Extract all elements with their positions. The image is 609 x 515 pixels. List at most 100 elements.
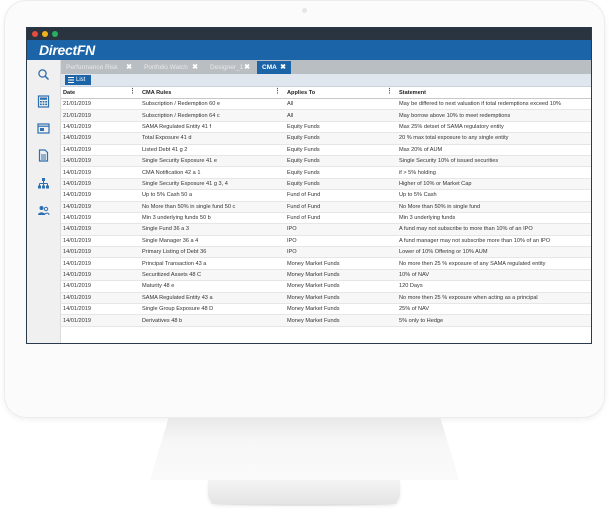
- cell-date: 14/01/2019: [61, 292, 140, 305]
- cell-cma-rule: Subscription / Redemption 64 c: [140, 109, 285, 122]
- cell-cma-rule: SAMA Regulated Entity 43 a: [140, 292, 285, 305]
- cell-statement: Min 3 underlying funds: [397, 212, 591, 225]
- column-header-cma-rules[interactable]: CMA Rules ⋮: [140, 87, 285, 99]
- cell-date: 14/01/2019: [61, 246, 140, 259]
- table-row[interactable]: 14/01/2019 Derivatives 48 b Money Market F…: [61, 314, 591, 327]
- cell-date: 14/01/2019: [61, 144, 140, 156]
- table-row[interactable]: 14/01/2019 Listed Debt 41 g 2 Equity Funds…: [61, 144, 591, 156]
- table-row[interactable]: 21/01/2019 Subscription / Redemption 60 e…: [61, 98, 591, 111]
- tab-label: Portfolio Watch: [144, 64, 188, 71]
- cell-statement: Up to 5% Cash: [397, 189, 591, 202]
- table-row[interactable]: 14/01/2019 Single Manager 36 a 4 IPO A fund…: [61, 235, 591, 248]
- cell-cma-rule: Single Manager 36 a 4: [140, 235, 285, 248]
- cell-applies-to: Money Market Funds: [285, 303, 397, 316]
- close-tab-icon[interactable]: ✖: [192, 61, 198, 74]
- tab-portfolio-watch[interactable]: Portfolio Watch ✖: [139, 61, 203, 74]
- list-view-label: List: [76, 77, 86, 83]
- table-row[interactable]: 14/01/2019 SAMA Regulated Entity 41 f Equi…: [61, 121, 591, 134]
- cell-applies-to: Money Market Funds: [285, 292, 397, 305]
- table-row[interactable]: 14/01/2019 Single Group Exposure 48 D Mone…: [61, 303, 591, 316]
- table-row[interactable]: 14/01/2019 Single Fund 36 a 3 IPO A fund ma…: [61, 223, 591, 236]
- table-row[interactable]: 14/01/2019 Primary Listing of Debt 36 IPO L…: [61, 246, 591, 259]
- cell-cma-rule: Single Group Exposure 48 D: [140, 303, 285, 316]
- cell-statement: No More than 50% in single fund: [397, 201, 591, 213]
- cell-date: 14/01/2019: [61, 269, 140, 282]
- table-row[interactable]: 14/01/2019 Single Security Exposure 41 eE…: [61, 155, 591, 168]
- column-menu-icon[interactable]: ⋮: [274, 87, 281, 95]
- list-view-button[interactable]: List: [65, 75, 91, 85]
- cell-applies-to: All: [285, 98, 397, 111]
- cell-cma-rule: Maturity 48 e: [140, 280, 285, 293]
- close-tab-icon[interactable]: ✖: [244, 61, 250, 74]
- table-row[interactable]: 14/01/2019 SAMA Regulated Entity 43 a Mone…: [61, 292, 591, 305]
- column-header-label: Date: [63, 89, 76, 96]
- cell-cma-rule: Single Security Exposure 41 e: [140, 155, 285, 168]
- table-row[interactable]: 14/01/2019 Principal Transaction 43 a Mone…: [61, 257, 591, 270]
- table-row[interactable]: 14/01/2019 Single Security Exposure 41 g …: [61, 178, 591, 191]
- document-icon[interactable]: [37, 149, 50, 162]
- close-window-dot[interactable]: [32, 31, 38, 37]
- calculator-icon[interactable]: [37, 95, 50, 108]
- table-row[interactable]: 14/01/2019 Maturity 48 e Money Market Fund…: [61, 280, 591, 293]
- table-row[interactable]: 14/01/2019 Total Exposure 41 d Equity Fund…: [61, 132, 591, 145]
- tab-designer-1[interactable]: Designer_1 ✖: [205, 61, 255, 74]
- monitor-stand-neck: [150, 418, 459, 480]
- table-row[interactable]: 14/01/2019 Securitized Assets 48 C Money M…: [61, 269, 591, 282]
- column-header-date[interactable]: Date ⋮: [61, 87, 140, 99]
- cell-statement: 25% of NAV: [397, 303, 591, 316]
- cell-date: 14/01/2019: [61, 166, 140, 179]
- window-icon[interactable]: [37, 122, 50, 135]
- cell-cma-rule: Principal Transaction 43 a: [140, 257, 285, 270]
- cell-applies-to: IPO: [285, 246, 397, 259]
- cell-statement: No more then 25 % exposure of any SAMA r…: [397, 257, 591, 270]
- search-icon[interactable]: [37, 68, 50, 81]
- cell-applies-to: Money Market Funds: [285, 280, 397, 293]
- cell-applies-to: All: [285, 109, 397, 122]
- cell-statement: Max 25% detset of SAMA regulatory entity: [397, 121, 591, 134]
- main-area: Performance Risk ✖ Portfolio Watch ✖ Des…: [27, 60, 591, 343]
- column-menu-icon[interactable]: ⋮: [129, 87, 136, 95]
- close-tab-icon[interactable]: ✖: [280, 61, 286, 74]
- cell-statement: May borrow above 10% to meet redemptions: [397, 109, 591, 122]
- cell-date: 14/01/2019: [61, 212, 140, 225]
- cell-applies-to: Fund of Fund: [285, 201, 397, 213]
- cell-date: 14/01/2019: [61, 314, 140, 327]
- column-header-applies-to[interactable]: Applies To ⋮: [285, 87, 397, 99]
- list-icon: [68, 77, 74, 83]
- cell-cma-rule: Primary Listing of Debt 36: [140, 246, 285, 259]
- table-row[interactable]: 14/01/2019 CMA Notification 42 a 1 Equity …: [61, 166, 591, 179]
- cell-cma-rule: Derivatives 48 b: [140, 314, 285, 327]
- table-row[interactable]: 21/01/2019 Subscription / Redemption 64 c…: [61, 109, 591, 122]
- cell-statement: Max 20% of AUM: [397, 144, 591, 156]
- window-titlebar: [27, 28, 591, 40]
- cell-cma-rule: Total Exposure 41 d: [140, 132, 285, 145]
- cell-applies-to: IPO: [285, 235, 397, 248]
- view-toolbar: List: [61, 74, 591, 87]
- left-nav: [27, 60, 61, 343]
- table-row[interactable]: 14/01/2019 Min 3 underlying funds 50 b Fun…: [61, 212, 591, 225]
- cell-statement: No more then 25 % exposure when acting a…: [397, 292, 591, 305]
- cell-applies-to: Money Market Funds: [285, 314, 397, 327]
- cell-applies-to: Money Market Funds: [285, 257, 397, 270]
- cell-applies-to: Fund of Fund: [285, 212, 397, 225]
- column-menu-icon[interactable]: ⋮: [386, 87, 393, 95]
- tab-performance-risk[interactable]: Performance Risk ✖: [61, 61, 137, 74]
- users-icon[interactable]: [37, 204, 50, 217]
- cell-statement: Lower of 10% Offering or 10% AUM: [397, 246, 591, 259]
- cell-cma-rule: Subscription / Redemption 60 e: [140, 98, 285, 111]
- column-header-statement[interactable]: Statement: [397, 87, 591, 99]
- org-chart-icon[interactable]: [37, 177, 50, 190]
- cell-date: 14/01/2019: [61, 235, 140, 248]
- tab-label: Designer_1: [210, 64, 244, 71]
- table-row[interactable]: 14/01/2019 Up to 5% Cash 50 a Fund of Fund…: [61, 189, 591, 202]
- cell-applies-to: Equity Funds: [285, 155, 397, 168]
- cell-applies-to: Money Market Funds: [285, 269, 397, 282]
- maximize-window-dot[interactable]: [52, 31, 58, 37]
- minimize-window-dot[interactable]: [42, 31, 48, 37]
- tab-cma[interactable]: CMA ✖: [257, 61, 291, 74]
- close-tab-icon[interactable]: ✖: [126, 61, 132, 74]
- cell-applies-to: Equity Funds: [285, 178, 397, 191]
- table-row[interactable]: 14/01/2019 No More than 50% in single fun…: [61, 201, 591, 213]
- cell-date: 14/01/2019: [61, 132, 140, 145]
- app-logo: DirectFN: [39, 42, 95, 58]
